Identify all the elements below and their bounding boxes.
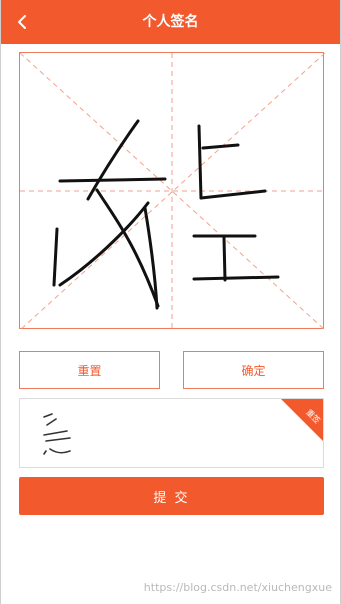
- top-bar: 个人签名: [1, 0, 340, 44]
- signature-preview: 重签: [19, 398, 324, 468]
- submit-button[interactable]: 提 交: [19, 477, 324, 515]
- confirm-button[interactable]: 确定: [183, 351, 324, 389]
- reset-button[interactable]: 重置: [19, 351, 160, 389]
- signature-canvas[interactable]: [19, 52, 325, 330]
- watermark: https://blog.csdn.net/xiuchengxue: [143, 581, 332, 594]
- signature-page: 个人签名 重置 确定 重签 提 交 https://blog.csdn.net/…: [0, 0, 341, 604]
- resign-badge[interactable]: 重签: [281, 399, 323, 441]
- signature-strokes: [52, 119, 280, 310]
- page-title: 个人签名: [142, 14, 199, 30]
- signature-thumbnail: [43, 413, 71, 455]
